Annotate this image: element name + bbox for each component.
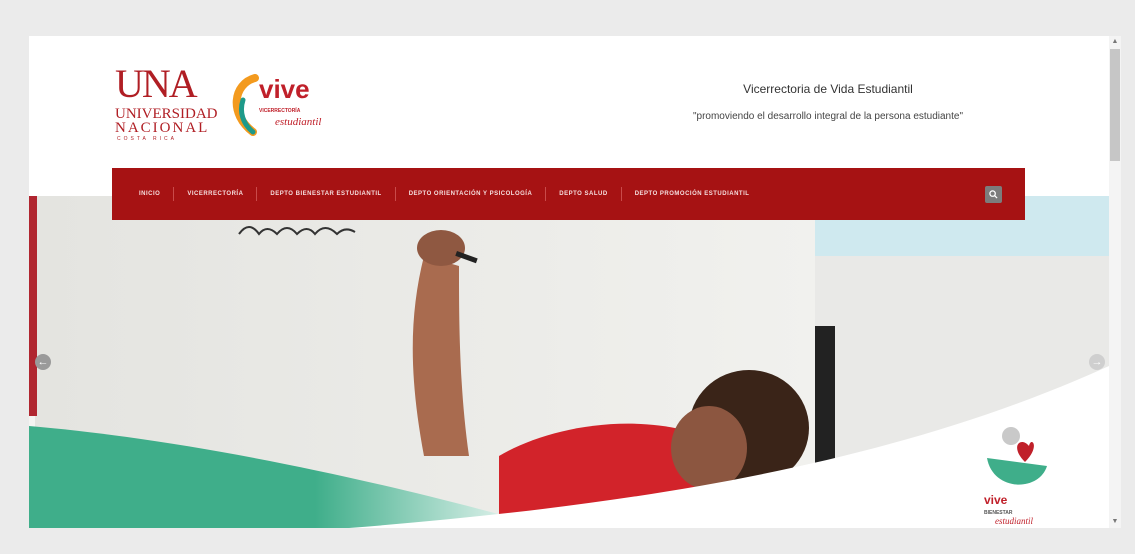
browser-viewport: UNA UNIVERSIDAD NACIONAL COSTA RICA vive… [29, 36, 1109, 528]
search-icon [989, 190, 998, 199]
hero-image: vive BIENESTAR estudiantil [29, 196, 1109, 528]
una-logo[interactable]: UNA UNIVERSIDAD NACIONAL COSTA RICA [115, 61, 219, 143]
nav-item-vicerrectoria[interactable]: VICERRECTORÍA [174, 168, 256, 220]
scroll-down-icon[interactable]: ▼ [1111, 518, 1119, 526]
vive-logo-sub: VICERRECTORÍA [259, 108, 301, 114]
nav-item-bienestar[interactable]: DEPTO BIENESTAR ESTUDIANTIL [257, 168, 394, 220]
hero-slider: vive BIENESTAR estudiantil [29, 196, 1109, 528]
search-button[interactable] [985, 186, 1002, 203]
site-slogan: "promoviendo el desarrollo integral de l… [692, 111, 964, 122]
scroll-up-icon[interactable]: ▲ [1111, 38, 1119, 46]
arrow-left-icon: ← [37, 356, 49, 368]
vive-logo-sub2: estudiantil [275, 116, 322, 128]
nav-item-salud[interactable]: DEPTO SALUD [546, 168, 620, 220]
una-logo-country: COSTA RICA [117, 136, 177, 142]
nav-item-promocion[interactable]: DEPTO PROMOCIÓN ESTUDIANTIL [622, 168, 763, 220]
arrow-right-icon: → [1091, 356, 1103, 368]
nav-item-orientacion[interactable]: DEPTO ORIENTACIÓN Y PSICOLOGÍA [396, 168, 546, 220]
badge-word: vive [984, 493, 1008, 507]
vive-logo[interactable]: vive VICERRECTORÍA estudiantil [225, 74, 335, 138]
una-logo-line2: NACIONAL [115, 120, 210, 136]
site-title: Vicerrectoria de Vida Estudiantil [743, 82, 913, 96]
slider-prev-button[interactable]: ← [35, 354, 51, 370]
vive-logo-word: vive [259, 74, 310, 104]
scrollbar-thumb[interactable] [1110, 49, 1120, 161]
una-logo-title: UNA [115, 61, 198, 106]
badge-line2: estudiantil [995, 516, 1033, 526]
page-scrollbar[interactable]: ▲ ▼ [1109, 36, 1121, 528]
main-nav: INICIO VICERRECTORÍA DEPTO BIENESTAR EST… [112, 168, 1025, 220]
nav-item-inicio[interactable]: INICIO [112, 168, 173, 220]
slider-next-button[interactable]: → [1089, 354, 1105, 370]
